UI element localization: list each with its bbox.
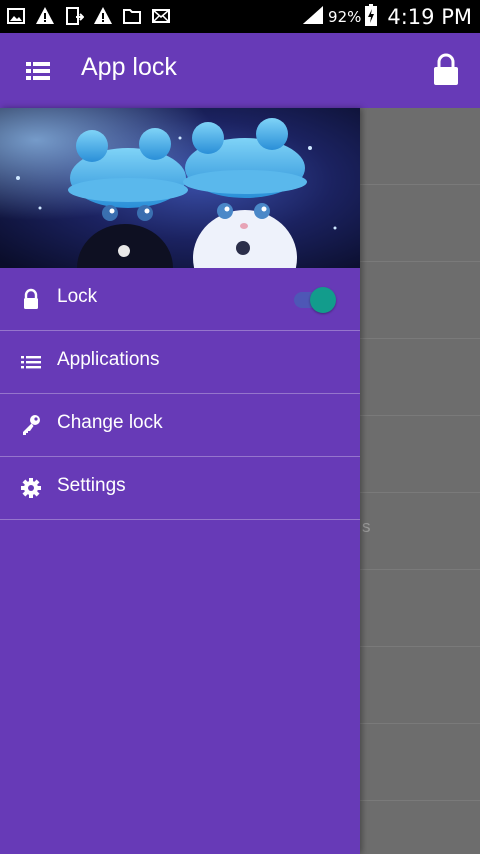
drawer-item-label: Lock <box>57 286 98 307</box>
drawer-item-change-lock[interactable]: Change lock <box>0 394 360 457</box>
list-item <box>360 108 480 185</box>
drawer-item-label: Applications <box>57 349 160 370</box>
drawer-menu: Lock Applications Change lock Settings <box>0 268 360 520</box>
mail-icon <box>151 6 171 26</box>
list-menu-icon[interactable] <box>22 55 54 87</box>
list-item <box>360 493 480 570</box>
list-item <box>360 647 480 724</box>
download-icon <box>64 6 84 26</box>
lock-icon[interactable] <box>432 53 460 87</box>
key-icon <box>20 414 42 436</box>
list-item <box>360 262 480 339</box>
list-item <box>360 416 480 493</box>
image-icon <box>6 6 26 26</box>
status-right: 92% 4:19 PM <box>302 3 472 31</box>
app-title: App lock <box>81 53 177 81</box>
list-item <box>360 724 480 801</box>
toggle-thumb <box>310 287 336 313</box>
list-item <box>360 339 480 416</box>
background-list <box>360 108 480 854</box>
warning-icon <box>93 6 113 26</box>
drawer-item-label: Change lock <box>57 412 163 433</box>
lock-toggle[interactable] <box>292 287 338 313</box>
warning-icon <box>35 6 55 26</box>
list-item <box>360 570 480 647</box>
drawer-item-label: Settings <box>57 475 126 496</box>
app-bar: App lock <box>0 33 480 108</box>
drawer-header-image <box>0 108 360 268</box>
notification-icons <box>6 6 171 26</box>
navigation-drawer: Lock Applications Change lock Settings <box>0 108 360 854</box>
background-text-fragment: s <box>362 517 371 536</box>
signal-icon <box>302 5 324 29</box>
list-item <box>360 185 480 262</box>
clock: 4:19 PM <box>387 5 472 29</box>
battery-charging-icon <box>365 4 378 30</box>
folder-icon <box>122 6 142 26</box>
list-icon <box>20 351 42 373</box>
status-bar: 92% 4:19 PM <box>0 0 480 33</box>
lock-icon <box>20 288 42 310</box>
drawer-item-settings[interactable]: Settings <box>0 457 360 520</box>
gear-icon <box>20 477 42 499</box>
drawer-item-lock[interactable]: Lock <box>0 268 360 331</box>
battery-percent: 92% <box>328 8 362 26</box>
drawer-item-applications[interactable]: Applications <box>0 331 360 394</box>
